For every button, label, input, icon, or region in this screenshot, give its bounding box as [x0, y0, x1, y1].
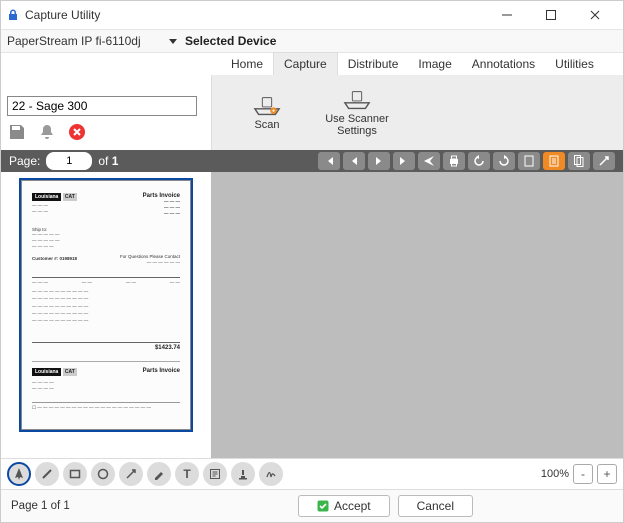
rectangle-tool[interactable] — [63, 462, 87, 486]
note-tool[interactable] — [203, 462, 227, 486]
window-title: Capture Utility — [25, 8, 100, 22]
page-thumbnail[interactable]: Louisiana CAT — — —— — — Parts Invoice —… — [21, 180, 191, 430]
document-name-input[interactable] — [7, 96, 197, 116]
lock-icon — [7, 9, 19, 21]
send-button[interactable] — [418, 152, 440, 170]
page-button-active[interactable] — [543, 152, 565, 170]
chevron-down-icon — [169, 34, 177, 48]
close-button[interactable] — [573, 1, 617, 29]
app-window: Capture Utility PaperStream IP fi-6110dj… — [0, 0, 624, 523]
thumb-total: $1423.74 — [32, 342, 180, 351]
delete-icon[interactable] — [67, 122, 87, 142]
titlebar: Capture Utility — [1, 1, 623, 29]
print-button[interactable] — [443, 152, 465, 170]
page-button-a[interactable] — [518, 152, 540, 170]
tab-capture[interactable]: Capture — [273, 52, 338, 75]
thumb-title2: Parts Invoice — [143, 368, 180, 374]
thumb-logo: Louisiana — [32, 193, 61, 201]
status-page-info: Page 1 of 1 — [11, 500, 70, 512]
accept-label: Accept — [334, 499, 371, 513]
next-page-button[interactable] — [368, 152, 390, 170]
check-icon — [317, 500, 329, 512]
first-page-button[interactable] — [318, 152, 340, 170]
tab-strip: Home Capture Distribute Image Annotation… — [1, 53, 623, 75]
accept-button[interactable]: Accept — [298, 495, 390, 517]
status-bar: Page 1 of 1 Accept Cancel — [1, 489, 623, 522]
selected-device-label: Selected Device — [185, 34, 276, 48]
scan-label: Scan — [254, 119, 279, 131]
use-scanner-settings-label-l1: Use Scanner — [325, 113, 389, 125]
maximize-button[interactable] — [529, 1, 573, 29]
page-button-b[interactable] — [568, 152, 590, 170]
left-panel — [1, 75, 211, 150]
minimize-button[interactable] — [485, 1, 529, 29]
page-nav-bar: Page: of 1 — [1, 150, 623, 172]
expand-button[interactable] — [593, 152, 615, 170]
thumb-customer: Customer #: 0198918 — [32, 256, 180, 262]
annotation-toolbar: T 100% - + — [1, 458, 623, 489]
use-scanner-settings-label-l2: Settings — [337, 125, 377, 137]
prev-page-button[interactable] — [343, 152, 365, 170]
thumb-title: Parts Invoice — [143, 193, 180, 199]
last-page-button[interactable] — [393, 152, 415, 170]
zoom-out-button[interactable]: - — [573, 464, 593, 484]
save-icon[interactable] — [7, 122, 27, 142]
tab-utilities[interactable]: Utilities — [545, 53, 604, 75]
line-tool[interactable] — [35, 462, 59, 486]
zoom-in-button[interactable]: + — [597, 464, 617, 484]
page-total: 1 — [112, 154, 119, 168]
workspace: Louisiana CAT — — —— — — Parts Invoice —… — [1, 172, 623, 458]
window-controls — [485, 1, 617, 29]
thumb-brand: CAT — [63, 193, 77, 201]
zoom-value: 100% — [541, 468, 569, 480]
thumb-brand2: CAT — [63, 368, 77, 376]
signature-tool[interactable] — [259, 462, 283, 486]
scanner-icon — [253, 95, 281, 117]
preview-area[interactable] — [211, 172, 623, 458]
scan-button[interactable]: Scan — [232, 95, 302, 131]
ribbon-capture: Scan Use Scanner Settings — [211, 75, 623, 150]
rotate-left-button[interactable] — [468, 152, 490, 170]
tab-distribute[interactable]: Distribute — [338, 53, 409, 75]
rotate-right-button[interactable] — [493, 152, 515, 170]
device-bar: PaperStream IP fi-6110dj Selected Device — [1, 29, 623, 53]
pointer-tool[interactable] — [7, 462, 31, 486]
zoom-controls: 100% - + — [541, 464, 617, 484]
page-label: Page: — [9, 154, 40, 168]
arrow-tool[interactable] — [119, 462, 143, 486]
thumbnail-pane: Louisiana CAT — — —— — — Parts Invoice —… — [1, 172, 211, 458]
device-dropdown[interactable]: PaperStream IP fi-6110dj — [7, 34, 167, 48]
cancel-label: Cancel — [417, 499, 454, 513]
ellipse-tool[interactable] — [91, 462, 115, 486]
scanner-settings-icon — [343, 89, 371, 111]
page-toolbar — [318, 152, 615, 170]
thumb-logo2: Louisiana — [32, 368, 61, 376]
page-number-input[interactable] — [46, 152, 92, 170]
cancel-button[interactable]: Cancel — [398, 495, 473, 517]
page-of: of — [98, 154, 108, 168]
bell-icon[interactable] — [37, 122, 57, 142]
tab-annotations[interactable]: Annotations — [462, 53, 545, 75]
tab-home[interactable]: Home — [221, 53, 273, 75]
highlighter-tool[interactable] — [147, 462, 171, 486]
tab-image[interactable]: Image — [408, 53, 461, 75]
ribbon: Scan Use Scanner Settings — [1, 75, 623, 150]
use-scanner-settings-button[interactable]: Use Scanner Settings — [322, 89, 392, 137]
text-tool[interactable]: T — [175, 462, 199, 486]
stamp-tool[interactable] — [231, 462, 255, 486]
